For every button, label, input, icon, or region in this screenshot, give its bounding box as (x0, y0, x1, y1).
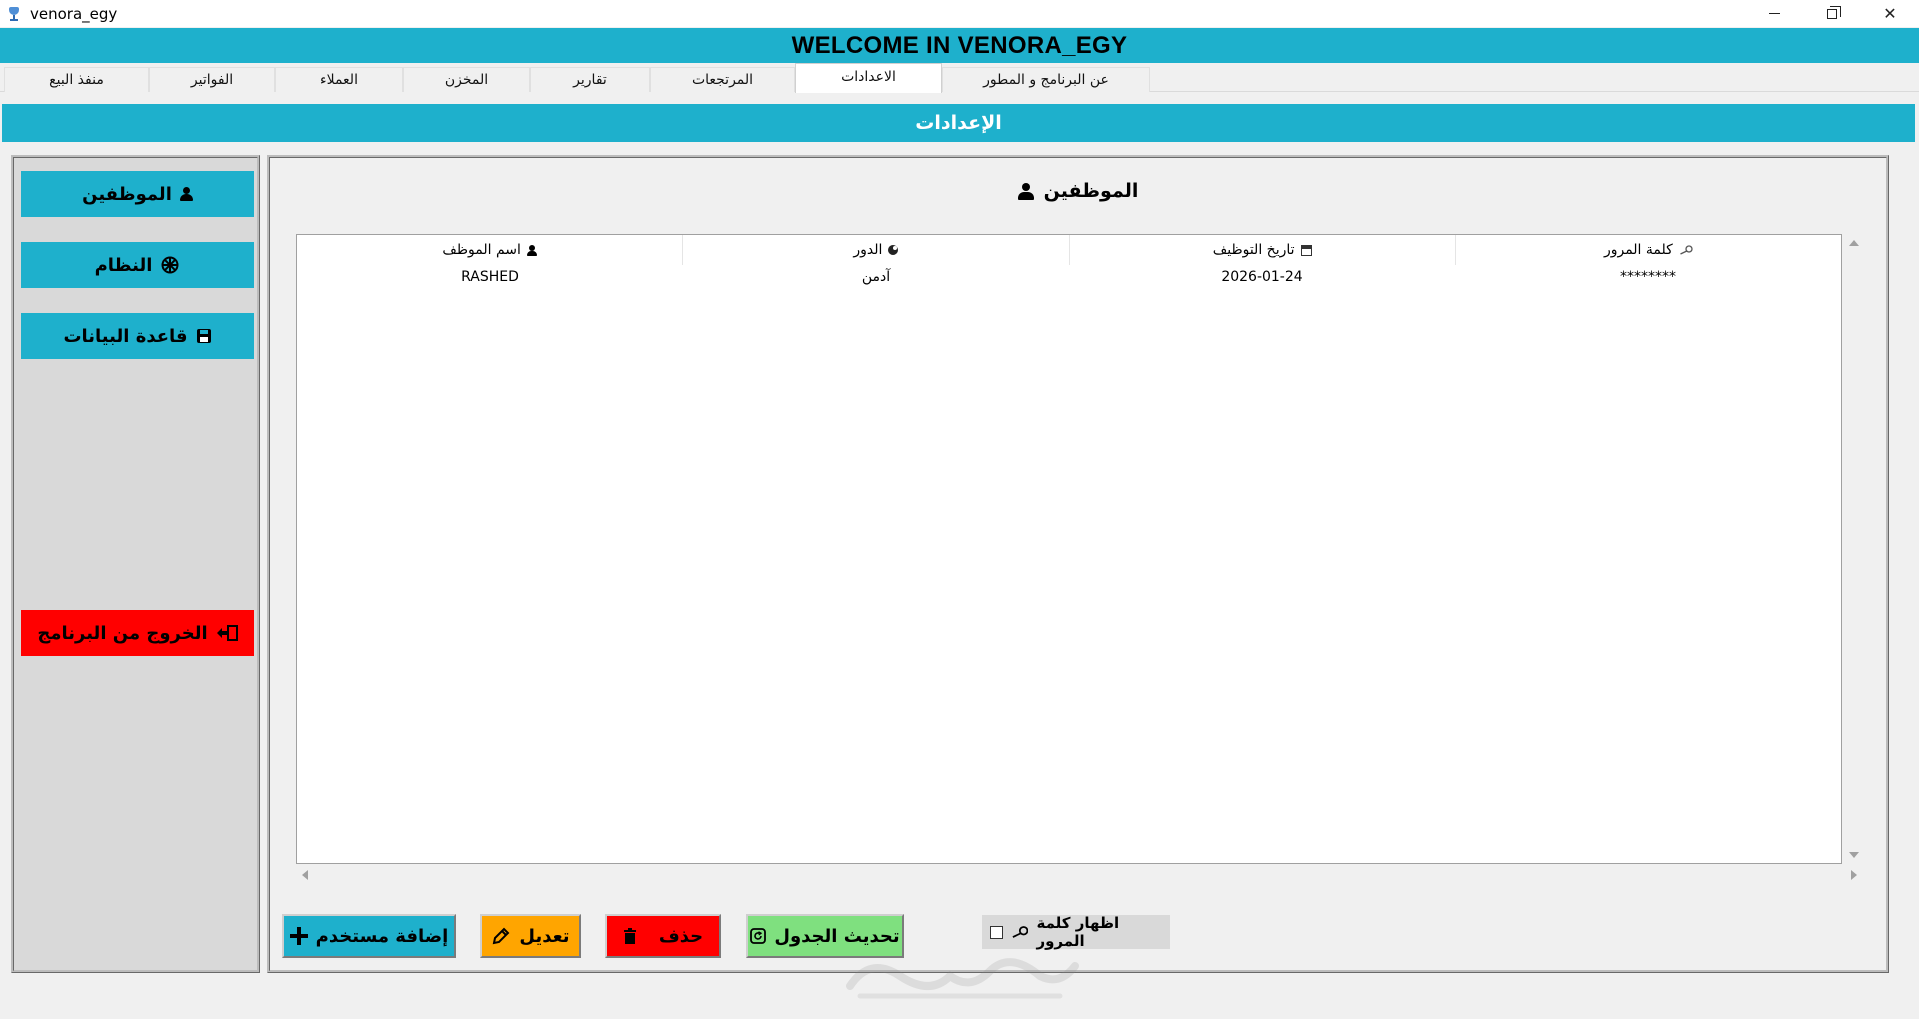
main-tab-bar: منفذ البيع الفواتير العملاء المخزن تقاري… (0, 63, 1919, 93)
window-title: venora_egy (30, 4, 118, 23)
scroll-down-icon[interactable] (1849, 852, 1859, 858)
refresh-table-button[interactable]: تحديث الجدول (746, 914, 904, 958)
scroll-right-icon[interactable] (1851, 870, 1857, 880)
restore-icon (1827, 5, 1841, 19)
show-password-checkbox[interactable] (990, 925, 1003, 939)
tab-about[interactable]: عن البرنامج و المطور (942, 67, 1150, 92)
tab-customers[interactable]: العملاء (275, 67, 403, 92)
key-icon (1680, 245, 1693, 255)
cell-password: ******** (1620, 269, 1676, 285)
welcome-text: WELCOME IN VENORA_EGY (791, 31, 1128, 59)
tab-pos[interactable]: منفذ البيع (4, 67, 149, 92)
exit-button[interactable]: الخروج من البرنامج (21, 610, 254, 656)
delete-button[interactable]: حذف (605, 914, 721, 958)
database-label: قاعدة البيانات (63, 325, 188, 347)
vertical-scrollbar[interactable] (1845, 234, 1863, 864)
system-button[interactable]: النظام (21, 242, 254, 288)
person-icon (179, 187, 193, 201)
exit-label: الخروج من البرنامج (37, 622, 208, 644)
pencil-icon (493, 927, 510, 945)
tab-returns[interactable]: المرتجعات (650, 67, 795, 92)
gear-icon (161, 256, 179, 274)
system-label: النظام (94, 254, 153, 276)
column-header-role[interactable]: الدور (683, 235, 1070, 265)
show-password-toggle[interactable]: اظهار كلمة المرور (982, 914, 1170, 950)
exit-icon (216, 625, 238, 641)
column-header-password[interactable]: كلمة المرور (1456, 235, 1841, 265)
tab-reports[interactable]: تقارير (530, 67, 650, 92)
column-header-hire-date[interactable]: تاريخ التوظيف (1070, 235, 1456, 265)
employees-table[interactable]: اسم الموظف الدور تاريخ التوظيف كلمة المر… (296, 234, 1842, 864)
show-password-label: اظهار كلمة المرور (1036, 914, 1120, 950)
trash-icon (623, 928, 636, 944)
cell-name: RASHED (461, 269, 519, 285)
person-icon (1017, 182, 1034, 200)
employees-button[interactable]: الموظفين (21, 171, 254, 217)
scroll-left-icon[interactable] (302, 870, 308, 880)
welcome-banner: WELCOME IN VENORA_EGY (0, 28, 1919, 63)
horizontal-scrollbar[interactable] (296, 866, 1863, 884)
window-titlebar: venora_egy ✕ (0, 0, 1919, 27)
add-user-label: إضافة مستخدم (315, 925, 449, 947)
settings-header: الإعدادات (2, 104, 1915, 142)
plus-icon (289, 927, 308, 945)
database-icon (196, 329, 211, 343)
person-icon (526, 244, 537, 256)
table-header: اسم الموظف الدور تاريخ التوظيف كلمة المر… (297, 235, 1841, 265)
employees-panel-title: الموظفين (270, 180, 1886, 202)
calendar-icon (1300, 244, 1312, 256)
tab-settings[interactable]: الاعدادات (795, 63, 942, 93)
close-button[interactable]: ✕ (1861, 0, 1919, 27)
table-row[interactable]: RASHED آدمن 2026-01-24 ******** (297, 265, 1841, 289)
window-controls: ✕ (1745, 0, 1919, 27)
database-button[interactable]: قاعدة البيانات (21, 313, 254, 359)
employees-label: الموظفين (82, 183, 172, 205)
minimize-button[interactable] (1745, 0, 1803, 27)
tab-inventory[interactable]: المخزن (403, 67, 530, 92)
add-user-button[interactable]: إضافة مستخدم (282, 914, 456, 958)
cell-role: آدمن (861, 269, 891, 285)
close-icon: ✕ (1883, 4, 1897, 23)
column-header-name[interactable]: اسم الموظف (297, 235, 684, 265)
edit-label: تعديل (519, 925, 570, 947)
minimize-icon (1768, 13, 1780, 14)
scroll-up-icon[interactable] (1849, 240, 1859, 246)
restore-button[interactable] (1803, 0, 1861, 27)
role-icon (888, 245, 899, 255)
settings-sidebar: الموظفين النظام قاعدة البيانات الخروج من… (11, 155, 260, 973)
refresh-label: تحديث الجدول (774, 925, 900, 947)
edit-button[interactable]: تعديل (480, 914, 581, 958)
employees-panel-label: الموظفين (1043, 180, 1139, 202)
tab-invoices[interactable]: الفواتير (149, 67, 275, 92)
settings-title: الإعدادات (915, 112, 1002, 134)
refresh-icon (750, 928, 767, 944)
delete-label: حذف (658, 925, 704, 947)
employees-panel: الموظفين اسم الموظف الدور تاريخ التوظيف (267, 155, 1889, 973)
key-icon (1012, 926, 1029, 938)
cell-hire-date: 2026-01-24 (1221, 269, 1303, 285)
app-icon (6, 6, 22, 22)
